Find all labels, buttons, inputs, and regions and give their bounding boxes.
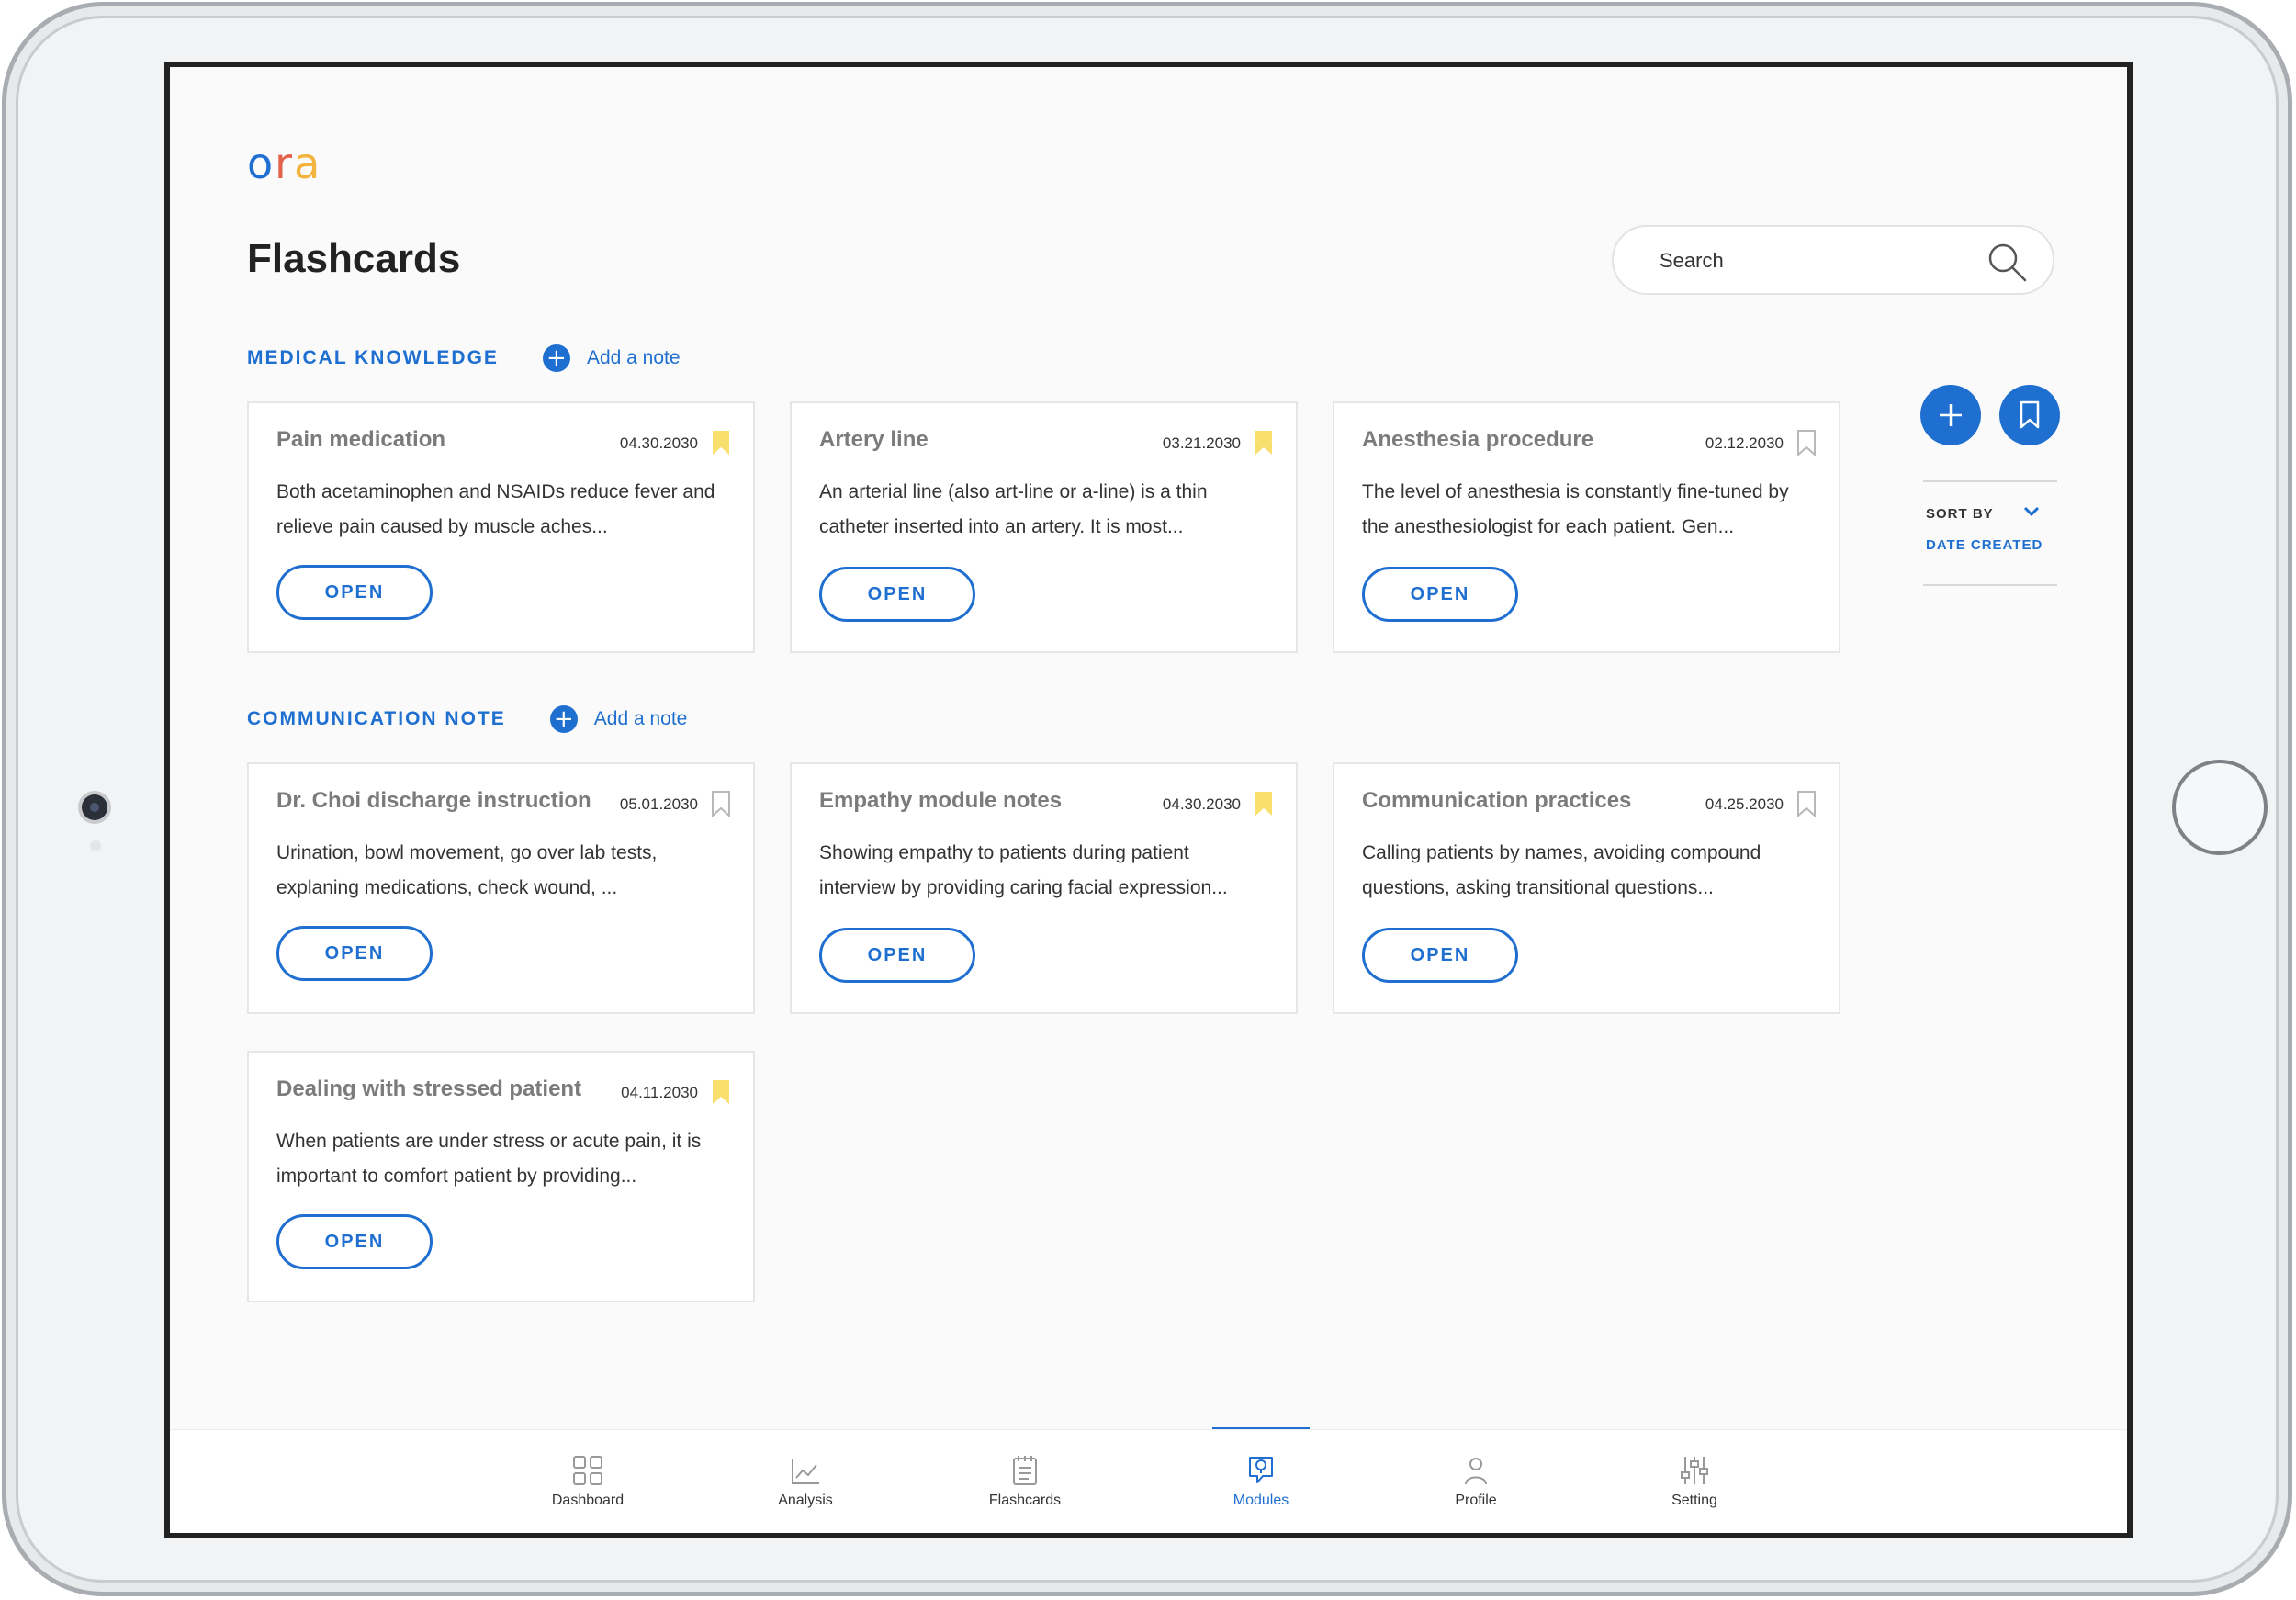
flashcard[interactable]: Artery line 03.21.2030 An arterial line … xyxy=(790,401,1298,653)
nav-label: Profile xyxy=(1455,1493,1497,1508)
sort-by-label: SORT BY xyxy=(1926,506,1994,522)
flashcard[interactable]: Empathy module notes 04.30.2030 Showing … xyxy=(790,762,1298,1014)
card-body: Both acetaminophen and NSAIDs reduce fev… xyxy=(276,481,715,537)
nav-analysis[interactable]: Analysis xyxy=(746,1430,865,1533)
sensor xyxy=(90,840,101,851)
add-note-label: Add a note xyxy=(586,347,681,368)
open-button[interactable]: OPEN xyxy=(819,928,975,983)
page-title: Flashcards xyxy=(247,236,461,281)
nav-profile[interactable]: Profile xyxy=(1416,1430,1536,1533)
card-date: 05.01.2030 xyxy=(619,795,698,813)
card-title: Communication practices xyxy=(1362,788,1632,813)
flashcard[interactable]: Anesthesia procedure 02.12.2030 The leve… xyxy=(1333,401,1840,653)
open-button[interactable]: OPEN xyxy=(276,926,433,981)
bottom-nav: Dashboard Analysis Flashcards Modules Pr… xyxy=(170,1429,2127,1533)
section-communication-note: COMMUNICATION NOTE + Add a note xyxy=(247,705,687,733)
grid-icon xyxy=(573,1456,602,1485)
nav-label: Setting xyxy=(1671,1493,1717,1508)
card-title: Dealing with stressed patient xyxy=(276,1076,582,1101)
ora-logo: ora xyxy=(247,139,322,188)
app-screen: ora Flashcards MEDICAL KNOWLEDGE + Add a… xyxy=(164,62,2133,1538)
card-date: 04.11.2030 xyxy=(621,1084,698,1101)
bookmark-icon[interactable] xyxy=(1254,429,1274,456)
card-title: Dr. Choi discharge instruction xyxy=(276,788,591,813)
card-date: 04.30.2030 xyxy=(1162,795,1241,813)
sort-value[interactable]: DATE CREATED xyxy=(1926,537,2043,553)
search-box[interactable] xyxy=(1612,225,2054,295)
sliders-icon xyxy=(1681,1457,1708,1484)
card-body: The level of anesthesia is constantly fi… xyxy=(1362,481,1789,537)
nav-label: Modules xyxy=(1232,1493,1289,1508)
flashcard[interactable]: Communication practices 04.25.2030 Calli… xyxy=(1333,762,1840,1014)
nav-setting[interactable]: Setting xyxy=(1635,1430,1754,1533)
card-date: 02.12.2030 xyxy=(1705,434,1784,452)
open-button[interactable]: OPEN xyxy=(1362,567,1518,622)
card-date: 04.25.2030 xyxy=(1705,795,1784,813)
section-title: MEDICAL KNOWLEDGE xyxy=(247,347,499,368)
plus-icon xyxy=(1940,404,1962,426)
divider xyxy=(1923,584,2057,586)
notepad-icon xyxy=(1013,1456,1037,1485)
line-chart-icon xyxy=(792,1459,819,1484)
bookmarks-button[interactable] xyxy=(1999,385,2060,445)
card-body: Showing empathy to patients during patie… xyxy=(819,842,1228,898)
add-note-button[interactable]: + Add a note xyxy=(542,344,681,372)
home-button[interactable] xyxy=(2172,760,2268,855)
bookmark-icon[interactable] xyxy=(1796,429,1817,456)
section-medical-knowledge: MEDICAL KNOWLEDGE + Add a note xyxy=(247,344,681,372)
nav-label: Dashboard xyxy=(551,1493,625,1508)
add-flashcard-button[interactable] xyxy=(1920,385,1981,445)
card-title: Anesthesia procedure xyxy=(1362,427,1594,452)
open-button[interactable]: OPEN xyxy=(276,565,433,620)
bookmark-icon[interactable] xyxy=(711,429,731,456)
nav-modules[interactable]: Modules xyxy=(1201,1430,1321,1533)
add-note-button[interactable]: + Add a note xyxy=(549,705,688,733)
bookmark-icon xyxy=(2020,400,2040,429)
flashcard[interactable]: Dealing with stressed patient 04.11.2030… xyxy=(247,1051,755,1302)
chevron-down-icon[interactable] xyxy=(2021,504,2042,519)
card-date: 03.21.2030 xyxy=(1162,434,1241,452)
card-body: When patients are under stress or acute … xyxy=(276,1131,702,1187)
nav-label: Flashcards xyxy=(988,1493,1062,1508)
section-title: COMMUNICATION NOTE xyxy=(247,708,506,729)
card-title: Empathy module notes xyxy=(819,788,1063,813)
bookmark-icon[interactable] xyxy=(711,790,731,817)
nav-flashcards[interactable]: Flashcards xyxy=(965,1430,1085,1533)
plus-icon: + xyxy=(549,705,578,733)
card-body: Urination, bowl movement, go over lab te… xyxy=(276,842,658,898)
bookmark-icon[interactable] xyxy=(711,1078,731,1106)
bookmark-icon[interactable] xyxy=(1796,790,1817,817)
open-button[interactable]: OPEN xyxy=(819,567,975,622)
flashcard[interactable]: Pain medication 04.30.2030 Both acetamin… xyxy=(247,401,755,653)
camera xyxy=(82,794,107,820)
lightbulb-chat-icon xyxy=(1249,1457,1273,1483)
add-note-label: Add a note xyxy=(593,708,688,729)
card-title: Pain medication xyxy=(276,427,446,452)
nav-label: Analysis xyxy=(778,1493,833,1508)
open-button[interactable]: OPEN xyxy=(1362,928,1518,983)
search-icon[interactable] xyxy=(1985,240,2029,284)
search-input[interactable] xyxy=(1658,243,1974,278)
card-title: Artery line xyxy=(819,427,929,452)
bookmark-icon[interactable] xyxy=(1254,790,1274,817)
card-date: 04.30.2030 xyxy=(619,434,698,452)
flashcard[interactable]: Dr. Choi discharge instruction 05.01.203… xyxy=(247,762,755,1014)
open-button[interactable]: OPEN xyxy=(276,1214,433,1269)
card-body: Calling patients by names, avoiding comp… xyxy=(1362,842,1761,898)
nav-dashboard[interactable]: Dashboard xyxy=(528,1430,647,1533)
card-body: An arterial line (also art-line or a-lin… xyxy=(819,481,1208,537)
person-icon xyxy=(1465,1458,1487,1485)
divider xyxy=(1923,480,2057,482)
plus-icon: + xyxy=(542,344,570,372)
